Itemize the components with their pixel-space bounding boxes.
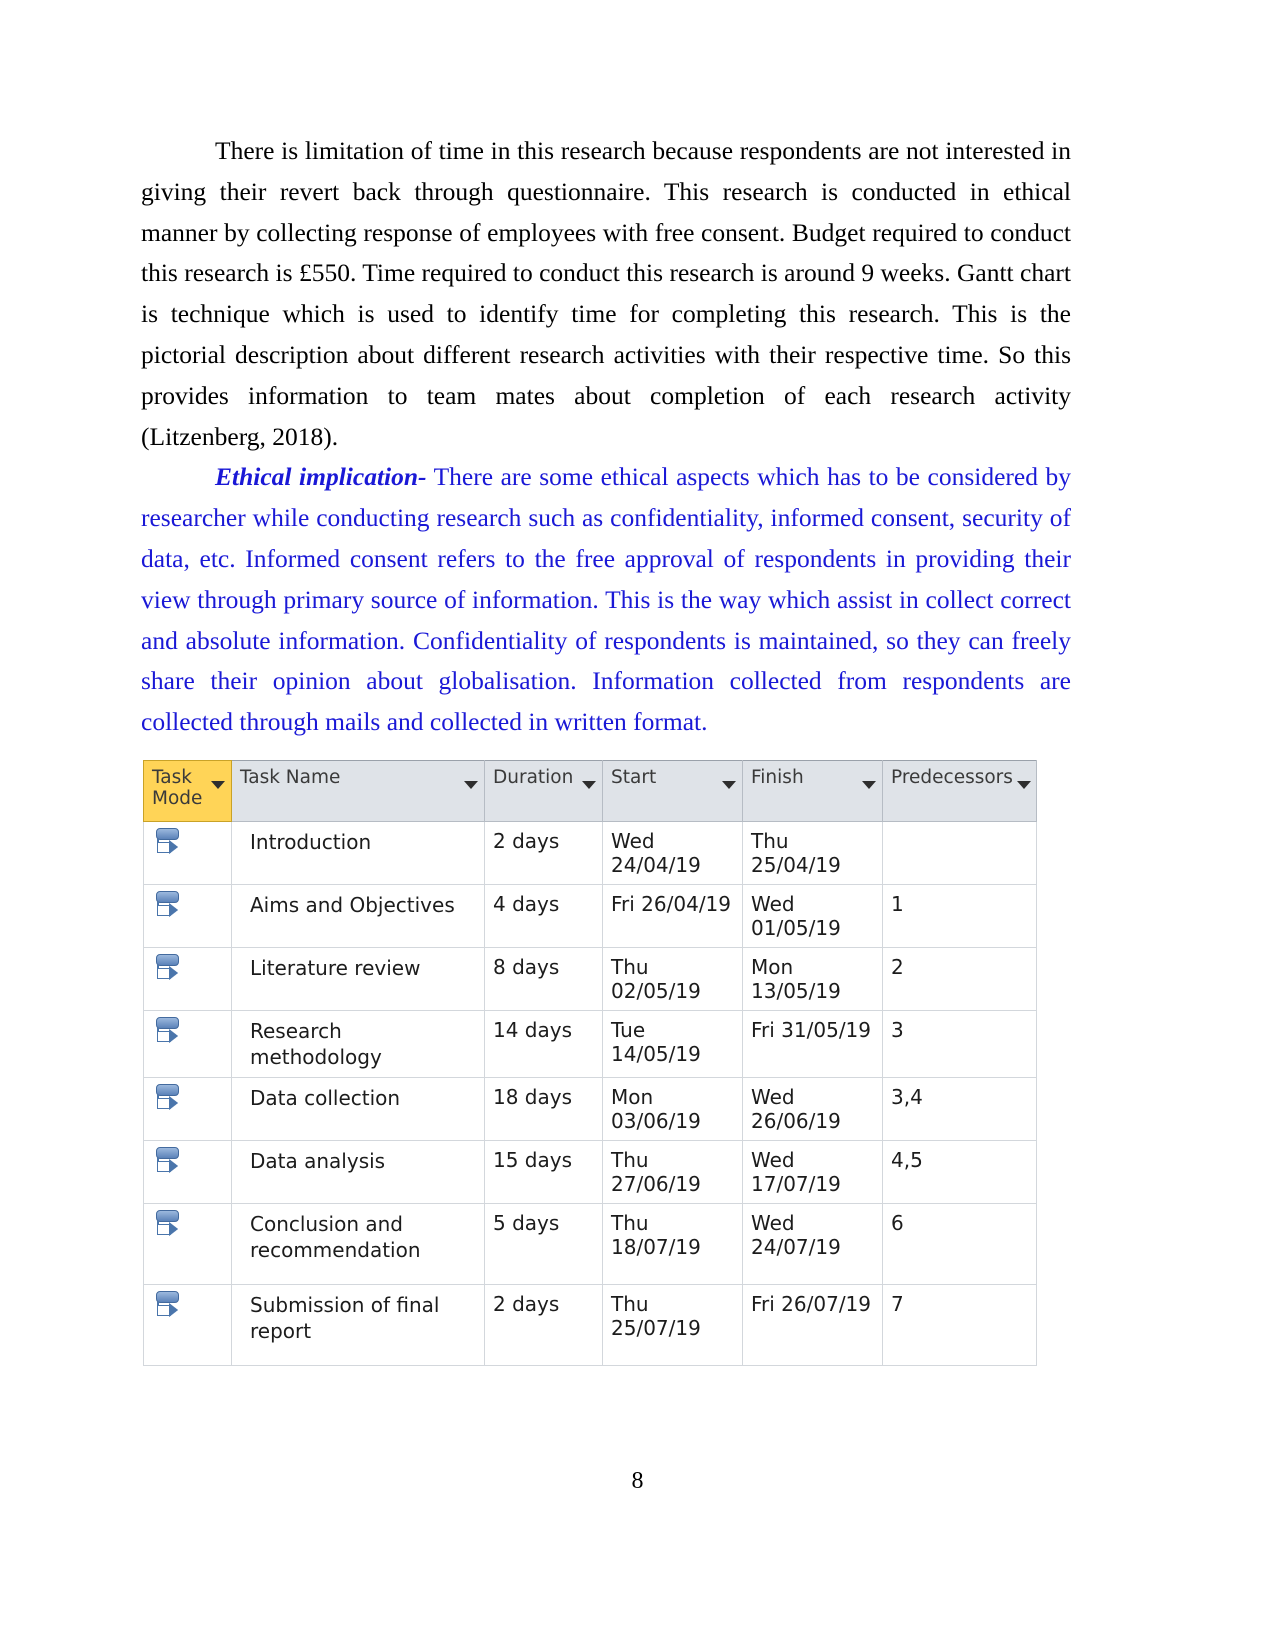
ethical-implication-lead-in: Ethical implication- [215, 462, 427, 492]
cell-predecessors[interactable]: 2 [882, 947, 1037, 1011]
cell-duration[interactable]: 2 days [484, 821, 603, 885]
cell-finish[interactable]: Thu 25/04/19 [742, 821, 883, 885]
table-row[interactable]: Literature review 8 days Thu 02/05/19 Mon 1… [143, 947, 1037, 1011]
page-number: 8 [631, 1468, 644, 1494]
table-row[interactable]: Submission of final report 2 days Thu 25/0… [143, 1284, 1037, 1366]
column-header-finish-label: Finish [751, 767, 804, 788]
cell-task-mode[interactable] [143, 1203, 232, 1285]
cell-task-mode[interactable] [143, 947, 232, 1011]
document-page: There is limitation of time in this rese… [0, 0, 1275, 1651]
cell-predecessors[interactable]: 6 [882, 1203, 1037, 1285]
cell-task-mode[interactable] [143, 1077, 232, 1141]
cell-predecessors[interactable]: 7 [882, 1284, 1037, 1366]
cell-predecessors[interactable] [882, 821, 1037, 885]
cell-task-name[interactable]: Literature review [231, 947, 485, 1011]
column-header-task-name[interactable]: Task Name [231, 760, 485, 822]
table-row[interactable]: Aims and Objectives 4 days Fri 26/04/19 Wed… [143, 884, 1037, 948]
cell-finish[interactable]: Mon 13/05/19 [742, 947, 883, 1011]
filter-dropdown-icon[interactable] [582, 781, 596, 789]
cell-predecessors[interactable]: 4,5 [882, 1140, 1037, 1204]
cell-finish[interactable]: Fri 26/07/19 [742, 1284, 883, 1366]
cell-start[interactable]: Thu 02/05/19 [602, 947, 743, 1011]
cell-duration[interactable]: 5 days [484, 1203, 603, 1285]
filter-dropdown-icon[interactable] [862, 781, 876, 789]
cell-duration[interactable]: 14 days [484, 1010, 603, 1078]
column-header-duration[interactable]: Duration [484, 760, 603, 822]
cell-task-name[interactable]: Aims and Objectives [231, 884, 485, 948]
cell-task-mode[interactable] [143, 1140, 232, 1204]
cell-predecessors[interactable]: 3 [882, 1010, 1037, 1078]
cell-start[interactable]: Mon 03/06/19 [602, 1077, 743, 1141]
column-header-task-mode-label: Task Mode [152, 767, 203, 809]
cell-task-name[interactable]: Research methodology [231, 1010, 485, 1078]
cell-finish[interactable]: Wed 24/07/19 [742, 1203, 883, 1285]
table-row[interactable]: Data analysis 15 days Thu 27/06/19 Wed 17/0… [143, 1140, 1037, 1204]
gantt-task-table-container: Task Mode Task Name Duration Start Finis… [143, 760, 1037, 1366]
filter-dropdown-icon[interactable] [464, 781, 478, 789]
cell-start[interactable]: Wed 24/04/19 [602, 821, 743, 885]
gantt-task-table: Task Mode Task Name Duration Start Finis… [143, 760, 1037, 1366]
cell-task-mode[interactable] [143, 884, 232, 948]
cell-task-name[interactable]: Data collection [231, 1077, 485, 1141]
table-row[interactable]: Data collection 18 days Mon 03/06/19 Wed 26… [143, 1077, 1037, 1141]
cell-task-name[interactable]: Data analysis [231, 1140, 485, 1204]
column-header-start[interactable]: Start [602, 760, 743, 822]
column-header-duration-label: Duration [493, 767, 574, 788]
table-row[interactable]: Introduction 2 days Wed 24/04/19 Thu 25/04/… [143, 821, 1037, 885]
cell-task-mode[interactable] [143, 1284, 232, 1366]
cell-task-mode[interactable] [143, 821, 232, 885]
table-row[interactable]: Conclusion and recommendation 5 days Thu 1… [143, 1203, 1037, 1285]
cell-task-name[interactable]: Submission of final report [231, 1284, 485, 1366]
column-header-predecessors[interactable]: Predecessors [882, 760, 1037, 822]
cell-start[interactable]: Fri 26/04/19 [602, 884, 743, 948]
cell-task-name[interactable]: Introduction [231, 821, 485, 885]
cell-task-mode[interactable] [143, 1010, 232, 1078]
cell-finish[interactable]: Fri 31/05/19 [742, 1010, 883, 1078]
column-header-task-mode[interactable]: Task Mode [143, 760, 232, 822]
paragraph-ethical-implication: Ethical implication- There are some ethi… [141, 457, 1071, 743]
cell-start[interactable]: Thu 27/06/19 [602, 1140, 743, 1204]
cell-finish[interactable]: Wed 26/06/19 [742, 1077, 883, 1141]
filter-dropdown-icon[interactable] [211, 781, 225, 789]
paragraph-limitation: There is limitation of time in this rese… [141, 136, 1071, 451]
cell-start[interactable]: Thu 25/07/19 [602, 1284, 743, 1366]
cell-predecessors[interactable]: 1 [882, 884, 1037, 948]
cell-duration[interactable]: 8 days [484, 947, 603, 1011]
table-row[interactable]: Research methodology 14 days Tue 14/05/19 F… [143, 1010, 1037, 1078]
gantt-task-table-body: Introduction 2 days Wed 24/04/19 Thu 25/04/… [143, 821, 1037, 1366]
table-header-row: Task Mode Task Name Duration Start Finis… [143, 760, 1037, 822]
cell-duration[interactable]: 2 days [484, 1284, 603, 1366]
filter-dropdown-icon[interactable] [722, 781, 736, 789]
cell-predecessors[interactable]: 3,4 [882, 1077, 1037, 1141]
cell-start[interactable]: Thu 18/07/19 [602, 1203, 743, 1285]
column-header-task-name-label: Task Name [240, 767, 341, 788]
cell-task-name[interactable]: Conclusion and recommendation [231, 1203, 485, 1285]
cell-finish[interactable]: Wed 01/05/19 [742, 884, 883, 948]
column-header-start-label: Start [611, 767, 657, 788]
cell-duration[interactable]: 15 days [484, 1140, 603, 1204]
cell-finish[interactable]: Wed 17/07/19 [742, 1140, 883, 1204]
page-body-content: There is limitation of time in this rese… [141, 131, 1071, 743]
cell-duration[interactable]: 4 days [484, 884, 603, 948]
column-header-finish[interactable]: Finish [742, 760, 883, 822]
ethical-implication-body: There are some ethical aspects which has… [141, 462, 1072, 737]
cell-start[interactable]: Tue 14/05/19 [602, 1010, 743, 1078]
filter-dropdown-icon[interactable] [1016, 781, 1031, 789]
cell-duration[interactable]: 18 days [484, 1077, 603, 1141]
column-header-predecessors-label: Predecessors [891, 767, 1013, 788]
